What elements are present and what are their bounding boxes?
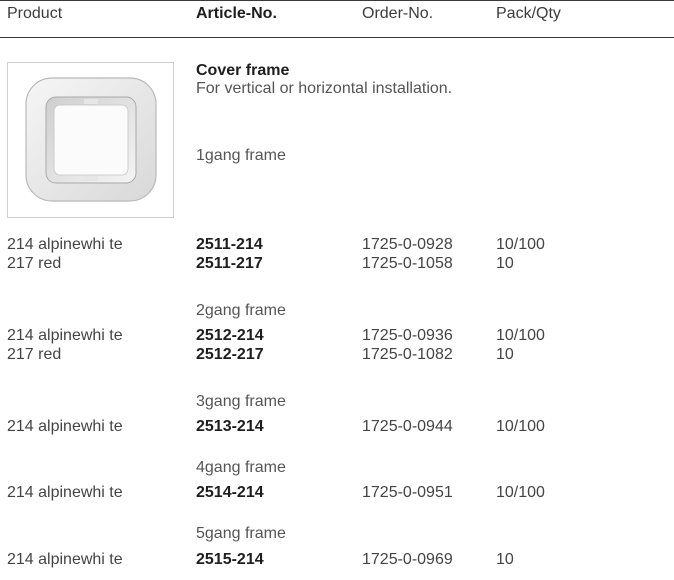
table-row-pack: 10/100 [496, 484, 545, 501]
table-row-pack: 10/100 [496, 418, 545, 435]
group-label-3gang: 3gang frame [196, 393, 286, 410]
group-label-5gang: 5gang frame [196, 525, 286, 542]
table-row-product: 217 red [7, 255, 62, 272]
cover-frame-photo [7, 62, 174, 218]
table-row-pack: 10 [496, 255, 514, 272]
table-row-product: 214 alpinewhi te [7, 418, 123, 435]
table-row-pack: 10/100 [496, 327, 545, 344]
table-row-order: 1725-0-0936 [362, 327, 453, 344]
table-row-article: 2513-214 [196, 418, 264, 435]
table-row-order: 1725-0-1058 [362, 255, 453, 272]
cover-frame-icon [25, 77, 157, 202]
table-row-product: 217 red [7, 346, 62, 363]
table-row-product: 214 alpinewhi te [7, 327, 123, 344]
group-label-4gang: 4gang frame [196, 459, 286, 476]
table-row-article: 2512-217 [196, 346, 264, 363]
header-rule [0, 37, 674, 38]
table-row-order: 1725-0-0944 [362, 418, 453, 435]
group-label-1gang: 1gang frame [196, 147, 286, 164]
table-row-product: 214 alpinewhi te [7, 551, 123, 568]
table-row-article: 2511-214 [196, 236, 263, 253]
column-header-product: Product [7, 5, 63, 22]
item-title: Cover frame [196, 62, 290, 79]
column-header-pack: Pack/Qty [496, 5, 561, 22]
table-row-order: 1725-0-0969 [362, 551, 453, 568]
table-row-article: 2515-214 [196, 551, 264, 568]
item-description: For vertical or horizontal installation. [196, 80, 453, 97]
column-header-order: Order-No. [362, 5, 434, 22]
table-row-article: 2511-217 [196, 255, 263, 272]
table-row-pack: 10/100 [496, 236, 545, 253]
table-row-product: 214 alpinewhi te [7, 236, 123, 253]
table-row-order: 1725-0-0951 [362, 484, 453, 501]
top-rule [0, 0, 674, 1]
table-row-order: 1725-0-1082 [362, 346, 453, 363]
table-row-pack: 10 [496, 551, 514, 568]
table-row-order: 1725-0-0928 [362, 236, 453, 253]
table-row-article: 2514-214 [196, 484, 264, 501]
table-row-pack: 10 [496, 346, 514, 363]
group-label-2gang: 2gang frame [196, 302, 286, 319]
column-header-article: Article-No. [196, 5, 277, 22]
table-row-article: 2512-214 [196, 327, 264, 344]
table-row-product: 214 alpinewhi te [7, 484, 123, 501]
